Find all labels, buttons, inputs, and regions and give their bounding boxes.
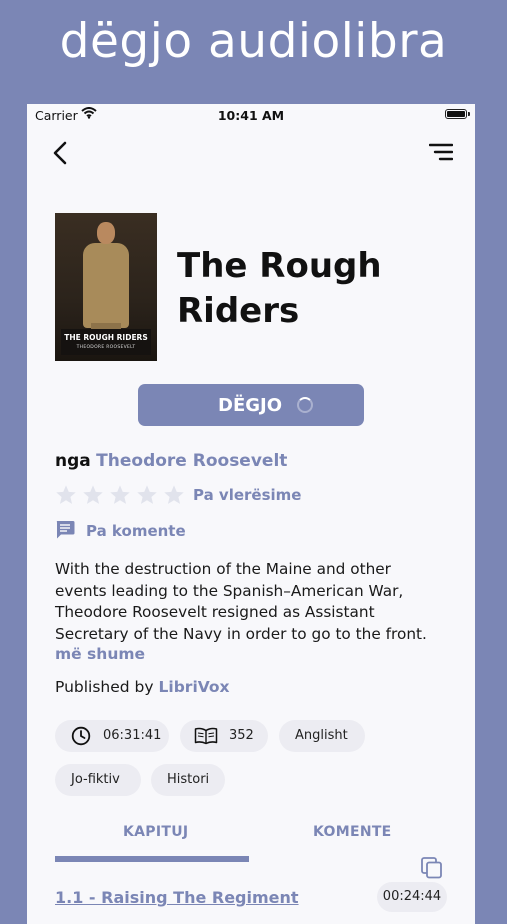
rating-row[interactable]: Pa vlerësime [55, 484, 301, 506]
cover-author: THEODORE ROOSEVELT [76, 345, 136, 350]
tab-comments[interactable]: KOMENTE [313, 824, 392, 840]
language-chip[interactable]: Anglisht [279, 720, 365, 752]
star-icon [56, 485, 76, 504]
tab-chapters[interactable]: KAPITUJ [123, 824, 188, 840]
author-link[interactable]: Theodore Roosevelt [96, 451, 287, 471]
book-title-line-1: The Rough [177, 246, 382, 286]
book-description: With the destruction of the Maine and ot… [55, 559, 455, 645]
author-line: nga Theodore Roosevelt [55, 451, 287, 471]
pages-chip: 352 [180, 720, 268, 752]
genre-value: Jo-fiktiv [71, 772, 120, 787]
book-title: The Rough Riders [177, 244, 457, 334]
cover-title: THE ROUGH RIDERS [64, 333, 148, 342]
published-by-label: Published by [55, 678, 154, 696]
loading-spinner-icon [297, 397, 313, 413]
comment-icon [56, 521, 75, 539]
menu-lines-icon[interactable] [429, 142, 453, 164]
genre-chip[interactable]: Jo-fiktiv [55, 764, 141, 796]
open-book-icon [194, 727, 218, 745]
description-line: Theodore Roosevelt resigned as Assistant [55, 603, 375, 621]
publisher-link[interactable]: LibriVox [159, 678, 230, 696]
listen-button[interactable]: DËGJO [138, 384, 364, 426]
battery-icon [445, 109, 470, 119]
category-value: Histori [167, 772, 210, 787]
star-icon [164, 485, 184, 504]
rating-label: Pa vlerësime [193, 486, 302, 504]
language-value: Anglisht [295, 728, 348, 743]
chapter-duration: 00:24:44 [377, 882, 447, 912]
publisher-line: Published by LibriVox [55, 678, 230, 696]
copy-icon[interactable] [420, 856, 444, 880]
duration-chip: 06:31:41 [55, 720, 169, 752]
duration-value: 06:31:41 [103, 728, 162, 743]
pages-value: 352 [229, 728, 254, 743]
description-line: With the destruction of the Maine and ot… [55, 560, 391, 578]
listen-button-label: DËGJO [218, 395, 283, 416]
book-cover-image[interactable]: THE ROUGH RIDERS THEODORE ROOSEVELT [55, 213, 157, 361]
book-title-line-2: Riders [177, 291, 300, 331]
active-tab-indicator [55, 856, 249, 862]
read-more-link[interactable]: më shume [55, 645, 145, 663]
star-icon [137, 485, 157, 504]
category-chip[interactable]: Histori [151, 764, 225, 796]
back-chevron-icon[interactable] [49, 140, 73, 166]
cover-figure [83, 243, 129, 328]
star-icon [110, 485, 130, 504]
by-label: nga [55, 451, 91, 471]
cover-figure-head [97, 222, 115, 244]
star-icon [83, 485, 103, 504]
status-bar: Carrier 10:41 AM [27, 104, 475, 128]
description-line: Secretary of the Navy in order to go to … [55, 624, 427, 643]
clock-icon [71, 726, 91, 746]
status-time: 10:41 AM [217, 108, 285, 123]
description-line: events leading to the Spanish–American W… [55, 581, 404, 600]
promo-title: dëgjo audiolibra [59, 14, 448, 69]
phone-screen: Carrier 10:41 AM THE ROUGH RIDERS THEODO… [27, 104, 475, 924]
comments-label: Pa komente [86, 522, 186, 540]
chapter-title[interactable]: 1.1 - Raising The Regiment [55, 888, 299, 907]
